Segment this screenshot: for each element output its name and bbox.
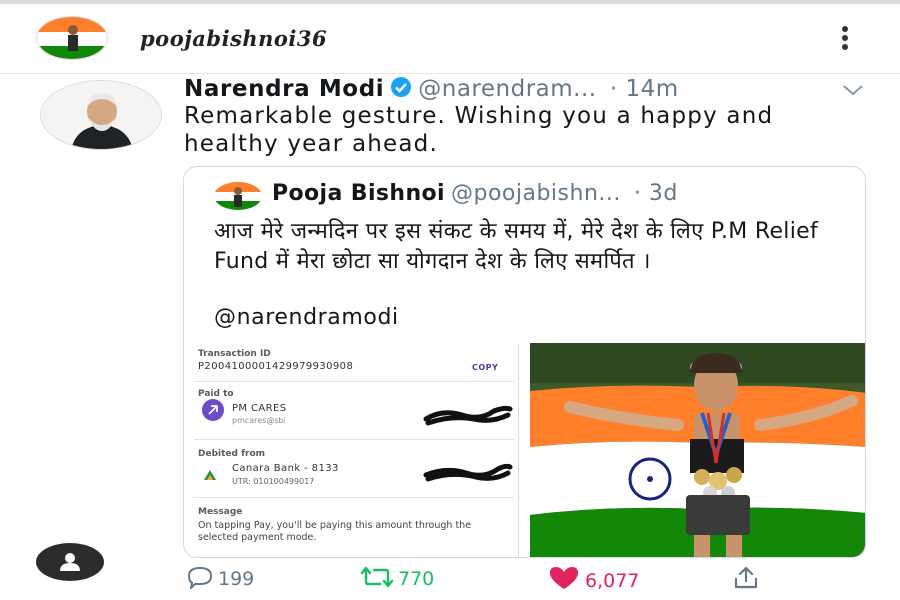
reply-count: 199 xyxy=(218,568,255,590)
quoted-time: · 3d xyxy=(633,181,678,206)
retweet-button[interactable]: 770 xyxy=(360,565,434,590)
arrow-up-right-icon xyxy=(202,399,224,421)
copy-button: COPY xyxy=(472,363,499,372)
divider xyxy=(194,497,514,498)
quoted-tweet-card[interactable]: Pooja Bishnoi @poojabishn... · 3d आज मेरे… xyxy=(183,166,866,558)
chevron-down-icon[interactable] xyxy=(842,82,864,101)
reply-icon xyxy=(186,566,218,592)
quoted-author-handle: @poojabishn... xyxy=(450,181,621,206)
quoted-tweet-text: आज मेरे जन्मदिन पर इस संकट के समय में, म… xyxy=(214,219,819,274)
instagram-header: poojabishnoi36 xyxy=(0,0,900,74)
bank-logo-icon xyxy=(204,465,216,484)
quoted-header: Pooja Bishnoi @poojabishn... · 3d xyxy=(272,181,678,206)
girl-with-flag-photo xyxy=(530,343,865,557)
profile-username[interactable]: poojabishnoi36 xyxy=(140,26,327,51)
like-button[interactable]: 6,077 xyxy=(547,565,639,592)
transaction-id-value: P2004100001429979930908 xyxy=(198,361,354,372)
payee-upi: pmcares@sbi xyxy=(232,416,286,425)
payment-receipt-image: Transaction ID P2004100001429979930908 C… xyxy=(184,343,519,557)
reply-button[interactable]: 199 xyxy=(186,565,255,592)
heart-icon xyxy=(547,567,585,592)
user-icon[interactable] xyxy=(36,543,104,581)
tweet-header: Narendra Modi @narendram... · 14m xyxy=(184,76,679,104)
tweet-author-avatar[interactable] xyxy=(40,80,162,150)
paid-to-label: Paid to xyxy=(198,389,234,399)
payee-name: PM CARES xyxy=(232,403,287,414)
tweet-author-name[interactable]: Narendra Modi xyxy=(184,76,384,102)
like-count: 6,077 xyxy=(585,570,640,592)
divider xyxy=(194,381,514,382)
verified-badge-icon xyxy=(390,76,412,104)
profile-avatar[interactable] xyxy=(36,16,108,60)
utr-number: UTR: 010100499017 xyxy=(232,477,315,486)
quoted-author-avatar xyxy=(214,182,262,210)
tweet-time: · 14m xyxy=(609,76,679,102)
quoted-author-name: Pooja Bishnoi xyxy=(272,181,445,206)
bank-name: Canara Bank - 8133 xyxy=(232,463,339,474)
transaction-id-label: Transaction ID xyxy=(198,349,271,359)
more-vertical-icon[interactable] xyxy=(836,26,854,54)
share-icon[interactable] xyxy=(732,565,764,592)
message-label: Message xyxy=(198,507,243,517)
retweet-count: 770 xyxy=(398,568,435,590)
tweet-text: Remarkable gesture. Wishing you a happy … xyxy=(184,103,774,157)
message-text: On tapping Pay, you'll be paying this am… xyxy=(198,520,472,543)
tweet-author-handle[interactable]: @narendram... xyxy=(418,76,596,102)
redaction-scribble xyxy=(423,405,513,426)
retweet-icon xyxy=(360,566,398,590)
divider xyxy=(194,439,514,440)
debited-from-label: Debited from xyxy=(198,449,265,459)
quoted-mention-link[interactable]: @narendramodi xyxy=(214,305,399,330)
redaction-scribble xyxy=(423,463,513,482)
